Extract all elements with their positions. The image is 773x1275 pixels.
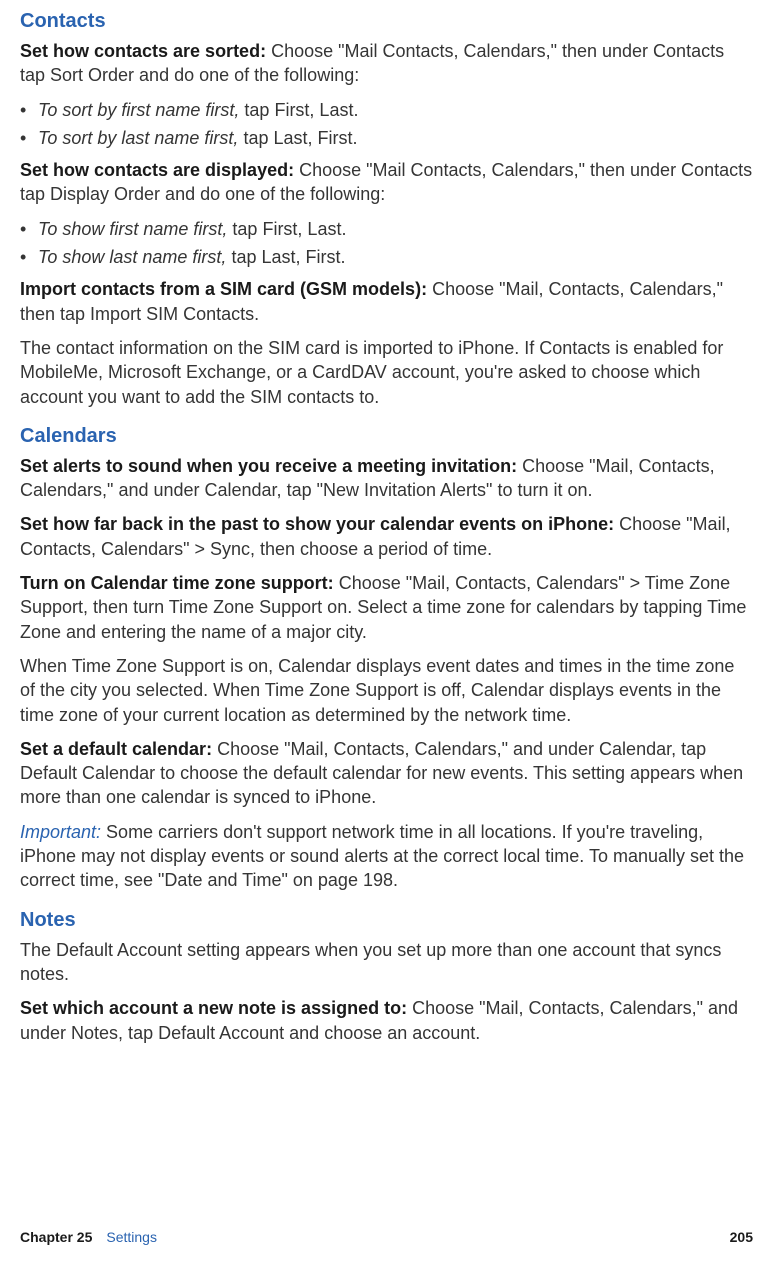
bullet-text: tap First, Last.: [232, 219, 346, 239]
bullet-italic: To sort by last name first,: [38, 128, 238, 148]
list-item: To show last name first, tap Last, First…: [20, 245, 753, 269]
important-body: Some carriers don't support network time…: [20, 822, 744, 891]
bullet-text: tap Last, First.: [243, 128, 357, 148]
contacts-import-paragraph: Import contacts from a SIM card (GSM mod…: [20, 277, 753, 326]
bullet-text: tap Last, First.: [231, 247, 345, 267]
calendars-default-label: Set a default calendar:: [20, 739, 212, 759]
list-item: To sort by last name first, tap Last, Fi…: [20, 126, 753, 150]
list-item: To sort by first name first, tap First, …: [20, 98, 753, 122]
section-heading-notes: Notes: [20, 907, 753, 934]
calendars-past-label: Set how far back in the past to show you…: [20, 514, 614, 534]
calendars-important-paragraph: Important: Some carriers don't support n…: [20, 820, 753, 893]
calendars-tz-label: Turn on Calendar time zone support:: [20, 573, 334, 593]
bullet-italic: To show last name first,: [38, 247, 226, 267]
notes-assign-label: Set which account a new note is assigned…: [20, 998, 407, 1018]
important-label: Important:: [20, 822, 101, 842]
document-body: Contacts Set how contacts are sorted: Ch…: [20, 0, 753, 1045]
list-item: To show first name first, tap First, Las…: [20, 217, 753, 241]
bullet-text: tap First, Last.: [244, 100, 358, 120]
section-heading-calendars: Calendars: [20, 423, 753, 450]
footer-left: Chapter 25 Settings: [20, 1228, 157, 1247]
contacts-sort-paragraph: Set how contacts are sorted: Choose "Mai…: [20, 39, 753, 88]
calendars-alerts-paragraph: Set alerts to sound when you receive a m…: [20, 454, 753, 503]
bullet-italic: To show first name first,: [38, 219, 227, 239]
page-number: 205: [730, 1228, 753, 1247]
calendars-past-paragraph: Set how far back in the past to show you…: [20, 512, 753, 561]
chapter-number: Chapter 25: [20, 1228, 92, 1247]
notes-assign-paragraph: Set which account a new note is assigned…: [20, 996, 753, 1045]
contacts-display-paragraph: Set how contacts are displayed: Choose "…: [20, 158, 753, 207]
chapter-name: Settings: [106, 1228, 157, 1247]
contacts-import-explain: The contact information on the SIM card …: [20, 336, 753, 409]
page-footer: Chapter 25 Settings 205: [0, 1228, 773, 1247]
contacts-display-label: Set how contacts are displayed:: [20, 160, 294, 180]
contacts-import-label: Import contacts from a SIM card (GSM mod…: [20, 279, 427, 299]
notes-intro: The Default Account setting appears when…: [20, 938, 753, 987]
contacts-sort-list: To sort by first name first, tap First, …: [20, 98, 753, 151]
contacts-sort-label: Set how contacts are sorted:: [20, 41, 266, 61]
calendars-tz-explain: When Time Zone Support is on, Calendar d…: [20, 654, 753, 727]
contacts-display-list: To show first name first, tap First, Las…: [20, 217, 753, 270]
section-heading-contacts: Contacts: [20, 8, 753, 35]
calendars-tz-paragraph: Turn on Calendar time zone support: Choo…: [20, 571, 753, 644]
bullet-italic: To sort by first name first,: [38, 100, 239, 120]
calendars-default-paragraph: Set a default calendar: Choose "Mail, Co…: [20, 737, 753, 810]
calendars-alerts-label: Set alerts to sound when you receive a m…: [20, 456, 517, 476]
